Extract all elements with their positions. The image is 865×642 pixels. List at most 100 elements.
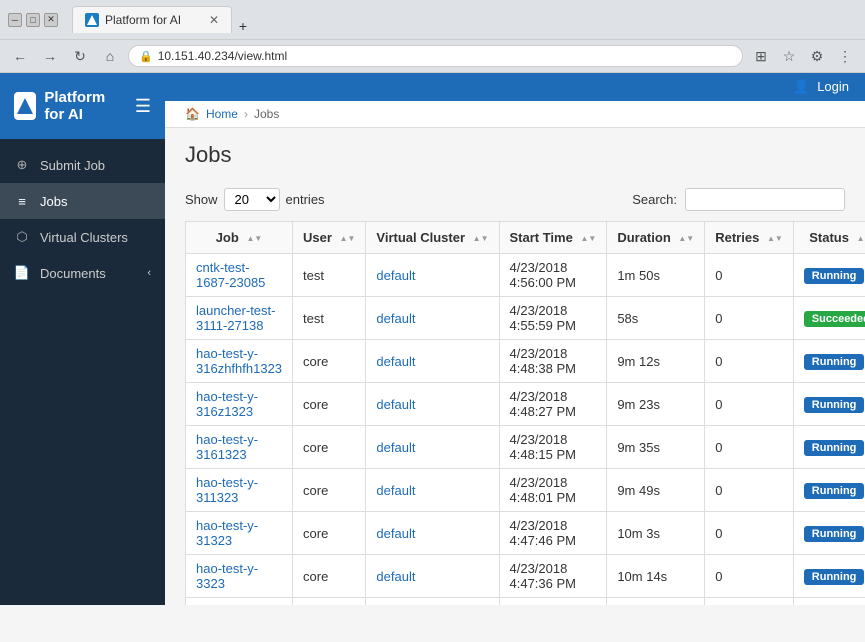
cell-retries: 0: [705, 340, 794, 383]
entries-select[interactable]: 20 10 50 100: [224, 188, 280, 211]
top-bar: 👤 Login: [165, 73, 865, 101]
cluster-link[interactable]: default: [376, 311, 415, 326]
job-link[interactable]: hao-test-y-3323: [196, 561, 258, 591]
cell-status: Running: [793, 598, 865, 606]
status-badge: Running: [804, 397, 865, 413]
sidebar-item-submit-job[interactable]: ⊕ Submit Job: [0, 147, 165, 183]
cluster-link[interactable]: default: [376, 268, 415, 283]
minimize-btn[interactable]: ─: [8, 13, 22, 27]
col-start-time[interactable]: Start Time ▲▼: [499, 222, 607, 254]
documents-arrow-icon: ‹: [147, 267, 151, 279]
cell-duration: 1m 50s: [607, 254, 705, 297]
menu-btn[interactable]: ⋮: [833, 44, 857, 68]
cell-job: hao-test-y-316zhfhfh1323: [186, 340, 293, 383]
submit-job-icon: ⊕: [14, 157, 30, 173]
cell-job: hao-test-y-31323: [186, 512, 293, 555]
job-link[interactable]: launcher-test-3111-27138: [196, 303, 275, 333]
job-link[interactable]: hao-test-y-311323: [196, 475, 258, 505]
table-row: hao-test-y-3161323 core default 4/23/201…: [186, 426, 865, 469]
cell-user: core: [293, 340, 366, 383]
cluster-link[interactable]: default: [376, 483, 415, 498]
close-btn[interactable]: ✕: [44, 13, 58, 27]
table-body: cntk-test-1687-23085 test default 4/23/2…: [186, 254, 865, 606]
app-container: Platform for AI ☰ ⊕ Submit Job ≡ Jobs ⬡ …: [0, 73, 865, 605]
col-duration[interactable]: Duration ▲▼: [607, 222, 705, 254]
maximize-btn[interactable]: □: [26, 13, 40, 27]
cell-duration: 9m 12s: [607, 340, 705, 383]
search-box: Search:: [632, 188, 845, 211]
cell-cluster: default: [366, 254, 499, 297]
cell-user: core: [293, 426, 366, 469]
bookmarks-btn[interactable]: ⊞: [749, 44, 773, 68]
star-btn[interactable]: ☆: [777, 44, 801, 68]
col-virtual-cluster[interactable]: Virtual Cluster ▲▼: [366, 222, 499, 254]
cell-start-time: 4/23/2018 4:47:25 PM: [499, 598, 607, 606]
table-header: Job ▲▼ User ▲▼ Virtual Cluster ▲▼ Star: [186, 222, 865, 254]
url-bar[interactable]: 🔒 10.151.40.234/view.html: [128, 45, 743, 67]
breadcrumb-separator: ›: [244, 107, 248, 121]
cluster-link[interactable]: default: [376, 569, 415, 584]
sidebar-header: Platform for AI ☰: [0, 73, 165, 139]
sidebar-item-documents[interactable]: 📄 Documents ‹: [0, 255, 165, 291]
job-link[interactable]: hao-test-y-316zhfhfh1323: [196, 346, 282, 376]
cell-retries: 0: [705, 254, 794, 297]
url-text: 10.151.40.234/view.html: [158, 49, 287, 63]
table-header-row: Job ▲▼ User ▲▼ Virtual Cluster ▲▼ Star: [186, 222, 865, 254]
cell-start-time: 4/23/2018 4:47:36 PM: [499, 555, 607, 598]
cluster-link[interactable]: default: [376, 526, 415, 541]
browser-action-btns: ⊞ ☆ ⚙ ⋮: [749, 44, 857, 68]
job-link[interactable]: hao-test-y-3161323: [196, 432, 258, 462]
sidebar-menu-toggle[interactable]: ☰: [135, 96, 151, 117]
cluster-link[interactable]: default: [376, 440, 415, 455]
tab-favicon: [85, 13, 99, 27]
back-btn[interactable]: ←: [8, 44, 32, 68]
home-btn[interactable]: ⌂: [98, 44, 122, 68]
cell-job: hao-test-y-316z1323: [186, 383, 293, 426]
job-link[interactable]: hao-test-y-316z1323: [196, 389, 258, 419]
login-icon: 👤: [793, 79, 809, 94]
cell-start-time: 4/23/2018 4:47:46 PM: [499, 512, 607, 555]
sidebar-item-virtual-clusters[interactable]: ⬡ Virtual Clusters: [0, 219, 165, 255]
sidebar-item-label: Jobs: [40, 194, 67, 209]
col-user[interactable]: User ▲▼: [293, 222, 366, 254]
search-input[interactable]: [685, 188, 845, 211]
cluster-link[interactable]: default: [376, 354, 415, 369]
breadcrumb-home[interactable]: Home: [206, 107, 238, 121]
cell-duration: 10m 14s: [607, 555, 705, 598]
sidebar-app-title: Platform for AI: [44, 89, 127, 123]
extensions-btn[interactable]: ⚙: [805, 44, 829, 68]
cell-job: cntk-test-1687-23085: [186, 254, 293, 297]
cell-cluster: default: [366, 512, 499, 555]
col-job[interactable]: Job ▲▼: [186, 222, 293, 254]
sort-icon: ▲▼: [473, 235, 489, 243]
job-link[interactable]: cntk-test-1687-23085: [196, 260, 265, 290]
cell-start-time: 4/23/2018 4:48:15 PM: [499, 426, 607, 469]
status-badge: Running: [804, 483, 865, 499]
cell-duration: 10m 3s: [607, 512, 705, 555]
cell-status: Running: [793, 426, 865, 469]
browser-chrome: ─ □ ✕ Platform for AI ✕ + ← → ↻ ⌂ 🔒 10.1…: [0, 0, 865, 73]
col-status[interactable]: Status ▲▼: [793, 222, 865, 254]
cell-retries: 0: [705, 469, 794, 512]
table-row: hao-test-y-31323 core default 4/23/2018 …: [186, 512, 865, 555]
sidebar-item-jobs[interactable]: ≡ Jobs: [0, 183, 165, 219]
col-retries[interactable]: Retries ▲▼: [705, 222, 794, 254]
browser-tab[interactable]: Platform for AI ✕: [72, 6, 232, 33]
cluster-link[interactable]: default: [376, 397, 415, 412]
cell-retries: 0: [705, 555, 794, 598]
login-btn[interactable]: 👤 Login: [793, 79, 849, 95]
refresh-btn[interactable]: ↻: [68, 44, 92, 68]
cell-user: core: [293, 512, 366, 555]
status-badge: Running: [804, 440, 865, 456]
breadcrumb-current: Jobs: [254, 107, 279, 121]
job-link[interactable]: hao-test-y-31323: [196, 518, 258, 548]
cell-cluster: default: [366, 297, 499, 340]
status-badge: Running: [804, 526, 865, 542]
forward-btn[interactable]: →: [38, 44, 62, 68]
cell-job: hao-test-y-3161323: [186, 426, 293, 469]
cell-job: hao-test-y-333: [186, 598, 293, 606]
sort-icon: ▲▼: [246, 235, 262, 243]
new-tab-btn[interactable]: +: [236, 19, 250, 33]
show-entries: Show 20 10 50 100 entries: [185, 188, 325, 211]
tab-close-btn[interactable]: ✕: [209, 13, 219, 27]
